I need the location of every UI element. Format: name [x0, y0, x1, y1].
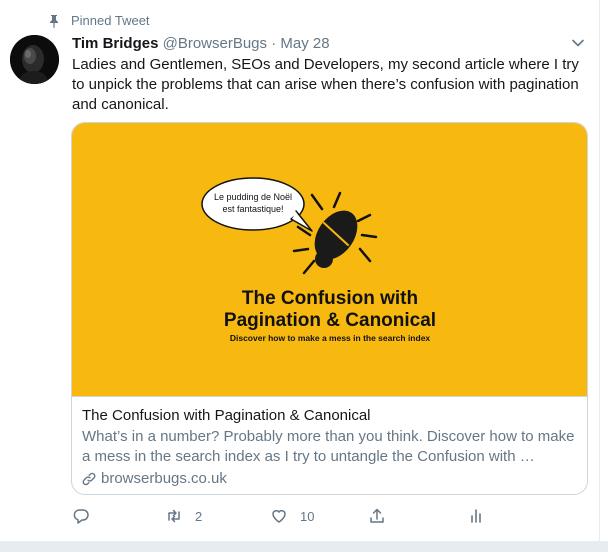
card-domain-text: browserbugs.co.uk — [101, 470, 227, 487]
pin-icon — [50, 14, 58, 28]
card-domain: browserbugs.co.uk — [82, 469, 577, 489]
avatar-image — [10, 35, 59, 84]
author-handle[interactable]: @BrowserBugs — [163, 35, 267, 52]
tweet-header: Tim Bridges @BrowserBugs · May 28 — [72, 35, 330, 52]
reply-icon — [73, 509, 89, 524]
pinned-label: Pinned Tweet — [71, 13, 150, 28]
share-icon — [370, 508, 384, 523]
avatar[interactable] — [10, 35, 59, 84]
tweet-date[interactable]: May 28 — [280, 35, 329, 52]
retweet-icon — [168, 509, 180, 523]
card-title: The Confusion with Pagination & Canonica… — [82, 407, 371, 424]
bubble-line-2: est fantastique! — [222, 204, 283, 214]
tweet-text: Ladies and Gentlemen, SEOs and Developer… — [72, 56, 579, 113]
card-body[interactable]: The Confusion with Pagination & Canonica… — [82, 406, 577, 489]
card-headline-1: The Confusion with — [242, 288, 418, 309]
tweet-actions: 2 10 — [72, 507, 492, 527]
like-icon — [272, 509, 286, 523]
card-tagline: Discover how to make a mess in the searc… — [230, 333, 431, 343]
link-icon — [82, 472, 96, 486]
analytics-icon — [471, 509, 481, 523]
pinned-indicator: Pinned Tweet — [48, 13, 150, 28]
like-button[interactable]: 10 — [270, 507, 314, 525]
separator-dot: · — [271, 35, 277, 52]
card-illustration: Le pudding de Noël est fantastique! The … — [201, 177, 436, 343]
card-headline-2: Pagination & Canonical — [224, 310, 436, 331]
tweet[interactable]: Pinned Tweet Tim Bridges @BrowserBugs · … — [0, 0, 600, 541]
link-card[interactable]: Le pudding de Noël est fantastique! The … — [71, 122, 588, 495]
chevron-down-icon[interactable] — [571, 37, 585, 49]
share-button[interactable] — [368, 507, 386, 525]
analytics-button[interactable] — [467, 507, 485, 525]
bug-icon — [292, 191, 378, 275]
like-count: 10 — [300, 508, 315, 524]
author-name[interactable]: Tim Bridges — [72, 35, 158, 52]
bubble-line-1: Le pudding de Noël — [214, 192, 292, 202]
card-image[interactable]: Le pudding de Noël est fantastique! The … — [72, 123, 587, 397]
retweet-button[interactable]: 2 — [165, 507, 202, 525]
timeline-divider — [0, 541, 608, 552]
card-description: What’s in a number? Probably more than y… — [82, 428, 575, 465]
retweet-count: 2 — [195, 508, 203, 524]
reply-button[interactable] — [72, 507, 102, 525]
